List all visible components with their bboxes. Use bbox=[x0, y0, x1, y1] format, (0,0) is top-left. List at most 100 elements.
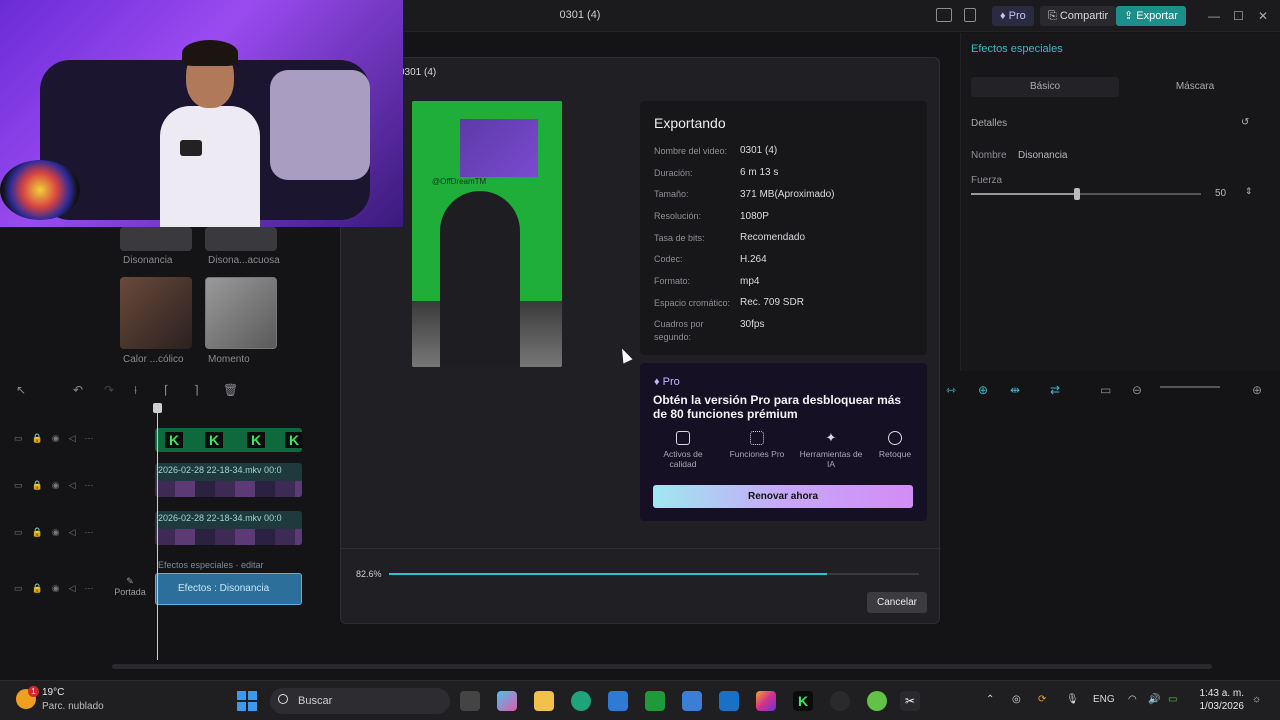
track-controls[interactable]: ▭🔒◉◁⋯ bbox=[14, 527, 102, 538]
notifications-icon[interactable]: ☼ bbox=[1252, 694, 1261, 705]
track-controls[interactable]: ▭🔒◉◁⋯ bbox=[14, 433, 102, 444]
copilot-icon[interactable] bbox=[497, 691, 517, 711]
snap-icon[interactable]: ⇹ bbox=[1010, 383, 1020, 397]
instagram-icon[interactable] bbox=[756, 691, 776, 711]
kick-icon[interactable]: K bbox=[793, 691, 813, 711]
sombrero bbox=[0, 160, 80, 220]
volume-icon[interactable]: 🔊 bbox=[1148, 694, 1160, 705]
cover-button[interactable]: ✎ Portada bbox=[114, 576, 146, 597]
wifi-icon[interactable]: ◠ bbox=[1128, 694, 1137, 705]
tray-app-icon[interactable]: ◎ bbox=[1012, 694, 1021, 705]
feature-ai-tools: ✦ Herramientas de IA bbox=[798, 431, 864, 470]
redo-icon[interactable]: ↷ bbox=[104, 383, 114, 397]
zoom-out-icon[interactable]: ⊖ bbox=[1132, 383, 1142, 397]
slider-fill bbox=[971, 193, 1077, 195]
timeline-scrollbar[interactable] bbox=[112, 664, 1212, 669]
kick-logo-icon: K bbox=[247, 432, 265, 448]
feature-label: Herramientas de IA bbox=[799, 449, 863, 469]
preview-performer bbox=[440, 191, 520, 367]
delete-icon[interactable]: 🗑 bbox=[223, 383, 238, 397]
clip-label: 2026-02-28 22-18-34.mkv 00:0 bbox=[158, 465, 282, 475]
effect-clip[interactable]: Efectos : Disonancia bbox=[155, 573, 302, 605]
caption-icon[interactable]: ▭ bbox=[1100, 383, 1111, 397]
track-controls[interactable]: ▭🔒◉◁⋯ bbox=[14, 583, 102, 594]
reset-icon[interactable]: ↺ bbox=[1241, 117, 1249, 128]
task-view-icon[interactable] bbox=[460, 691, 480, 711]
weather-description[interactable]: Parc. nublado bbox=[42, 701, 104, 712]
preview-axis-icon[interactable]: ⇄ bbox=[1050, 383, 1060, 397]
detail-label: Formato: bbox=[654, 276, 691, 286]
clock-date: 1/03/2026 bbox=[1199, 701, 1245, 712]
capcut-icon[interactable]: ✂ bbox=[900, 691, 920, 711]
zoom-in-icon[interactable]: ⊕ bbox=[1252, 383, 1262, 397]
strength-value[interactable]: 50 bbox=[1215, 188, 1226, 199]
grid-icon bbox=[750, 431, 764, 445]
maximize-icon[interactable]: ☐ bbox=[1233, 9, 1244, 23]
detail-label: Cuadros por segundo: bbox=[654, 319, 704, 342]
track-controls[interactable]: ▭🔒◉◁⋯ bbox=[14, 480, 102, 491]
share-button[interactable]: ⎘ Compartir bbox=[1040, 6, 1117, 26]
video-clip[interactable]: 2026-02-28 22-18-34.mkv 00:0 bbox=[155, 511, 302, 545]
preview-webcam bbox=[460, 119, 538, 177]
outlook-icon[interactable] bbox=[719, 691, 739, 711]
xbox-icon[interactable] bbox=[645, 691, 665, 711]
playhead-handle[interactable] bbox=[153, 403, 162, 413]
progress-percent: 82.6% bbox=[356, 569, 382, 579]
export-button[interactable]: ⇪ Exportar bbox=[1116, 6, 1186, 26]
tray-sync-icon[interactable]: ⟳ bbox=[1038, 694, 1046, 705]
system-clock[interactable]: 1:43 a. m. 1/03/2026 bbox=[1188, 687, 1245, 713]
obs-icon[interactable] bbox=[830, 691, 850, 711]
trim-left-icon[interactable]: ⌈ bbox=[164, 383, 169, 397]
start-button[interactable] bbox=[237, 691, 257, 711]
effect-clip-label: Efectos : Disonancia bbox=[178, 583, 270, 594]
tray-overflow-icon[interactable]: ⌃ bbox=[986, 694, 994, 705]
media-tile-calor-melancolico[interactable] bbox=[120, 277, 192, 349]
battery-icon[interactable]: ▭ bbox=[1168, 694, 1177, 705]
pro-button[interactable]: ♦ Pro bbox=[992, 6, 1034, 26]
undo-icon[interactable]: ↶ bbox=[73, 383, 83, 397]
zoom-slider[interactable] bbox=[1160, 386, 1220, 388]
media-tile-disonancia-acuosa[interactable] bbox=[205, 227, 277, 251]
select-tool-icon[interactable]: ↖ bbox=[16, 383, 26, 397]
microphone-icon[interactable]: 🎙 bbox=[1066, 694, 1079, 705]
media-label: Calor ...cólico bbox=[123, 354, 184, 365]
media-tile-disonancia[interactable] bbox=[120, 227, 192, 251]
file-explorer-icon[interactable] bbox=[534, 691, 554, 711]
layout-icon[interactable] bbox=[936, 8, 952, 22]
magnet-icon[interactable]: ⊕ bbox=[978, 383, 988, 397]
edge-icon[interactable] bbox=[571, 691, 591, 711]
section-details[interactable]: Detalles bbox=[971, 118, 1007, 129]
trim-right-icon[interactable]: ⌉ bbox=[194, 383, 199, 397]
taskbar-search[interactable]: Buscar bbox=[270, 688, 450, 714]
split-icon[interactable]: ⟊ bbox=[134, 383, 137, 398]
green-screen-clip[interactable]: K K K K bbox=[155, 428, 302, 452]
duolingo-icon[interactable] bbox=[867, 691, 887, 711]
detail-label: Espacio cromático: bbox=[654, 298, 731, 308]
tab-mascara[interactable]: Máscara bbox=[1121, 77, 1269, 97]
video-clip[interactable]: 2026-02-28 22-18-34.mkv 00:0 bbox=[155, 463, 302, 497]
slider-handle[interactable] bbox=[1073, 188, 1080, 200]
close-icon[interactable]: ✕ bbox=[1258, 9, 1268, 23]
detail-label: Duración: bbox=[654, 168, 693, 178]
tab-basico[interactable]: Básico bbox=[971, 77, 1119, 97]
stepper-icon[interactable]: ⇕ bbox=[1245, 186, 1253, 197]
strength-slider[interactable] bbox=[971, 188, 1201, 200]
media-tile-momento[interactable] bbox=[205, 277, 277, 349]
minimize-icon[interactable]: — bbox=[1208, 9, 1220, 23]
package-icon[interactable] bbox=[682, 691, 702, 711]
feature-label: Retoque bbox=[878, 449, 912, 459]
renew-now-button[interactable]: Renovar ahora bbox=[653, 485, 913, 508]
monitor-icon[interactable] bbox=[964, 8, 976, 22]
cover-label: Portada bbox=[114, 587, 146, 597]
panel-title: Efectos especiales bbox=[971, 43, 1063, 55]
link-icon[interactable]: ⇿ bbox=[946, 383, 956, 397]
store-icon[interactable] bbox=[608, 691, 628, 711]
export-progress-bar bbox=[389, 573, 919, 575]
cancel-button[interactable]: Cancelar bbox=[867, 592, 927, 613]
export-heading: Exportando bbox=[654, 115, 726, 131]
language-indicator[interactable]: ENG bbox=[1093, 694, 1115, 705]
kick-logo-icon: K bbox=[205, 432, 223, 448]
notification-badge: 1 bbox=[28, 686, 39, 697]
feature-quality-assets: Activos de calidad bbox=[650, 431, 716, 469]
weather-temperature[interactable]: 19°C bbox=[42, 687, 64, 698]
